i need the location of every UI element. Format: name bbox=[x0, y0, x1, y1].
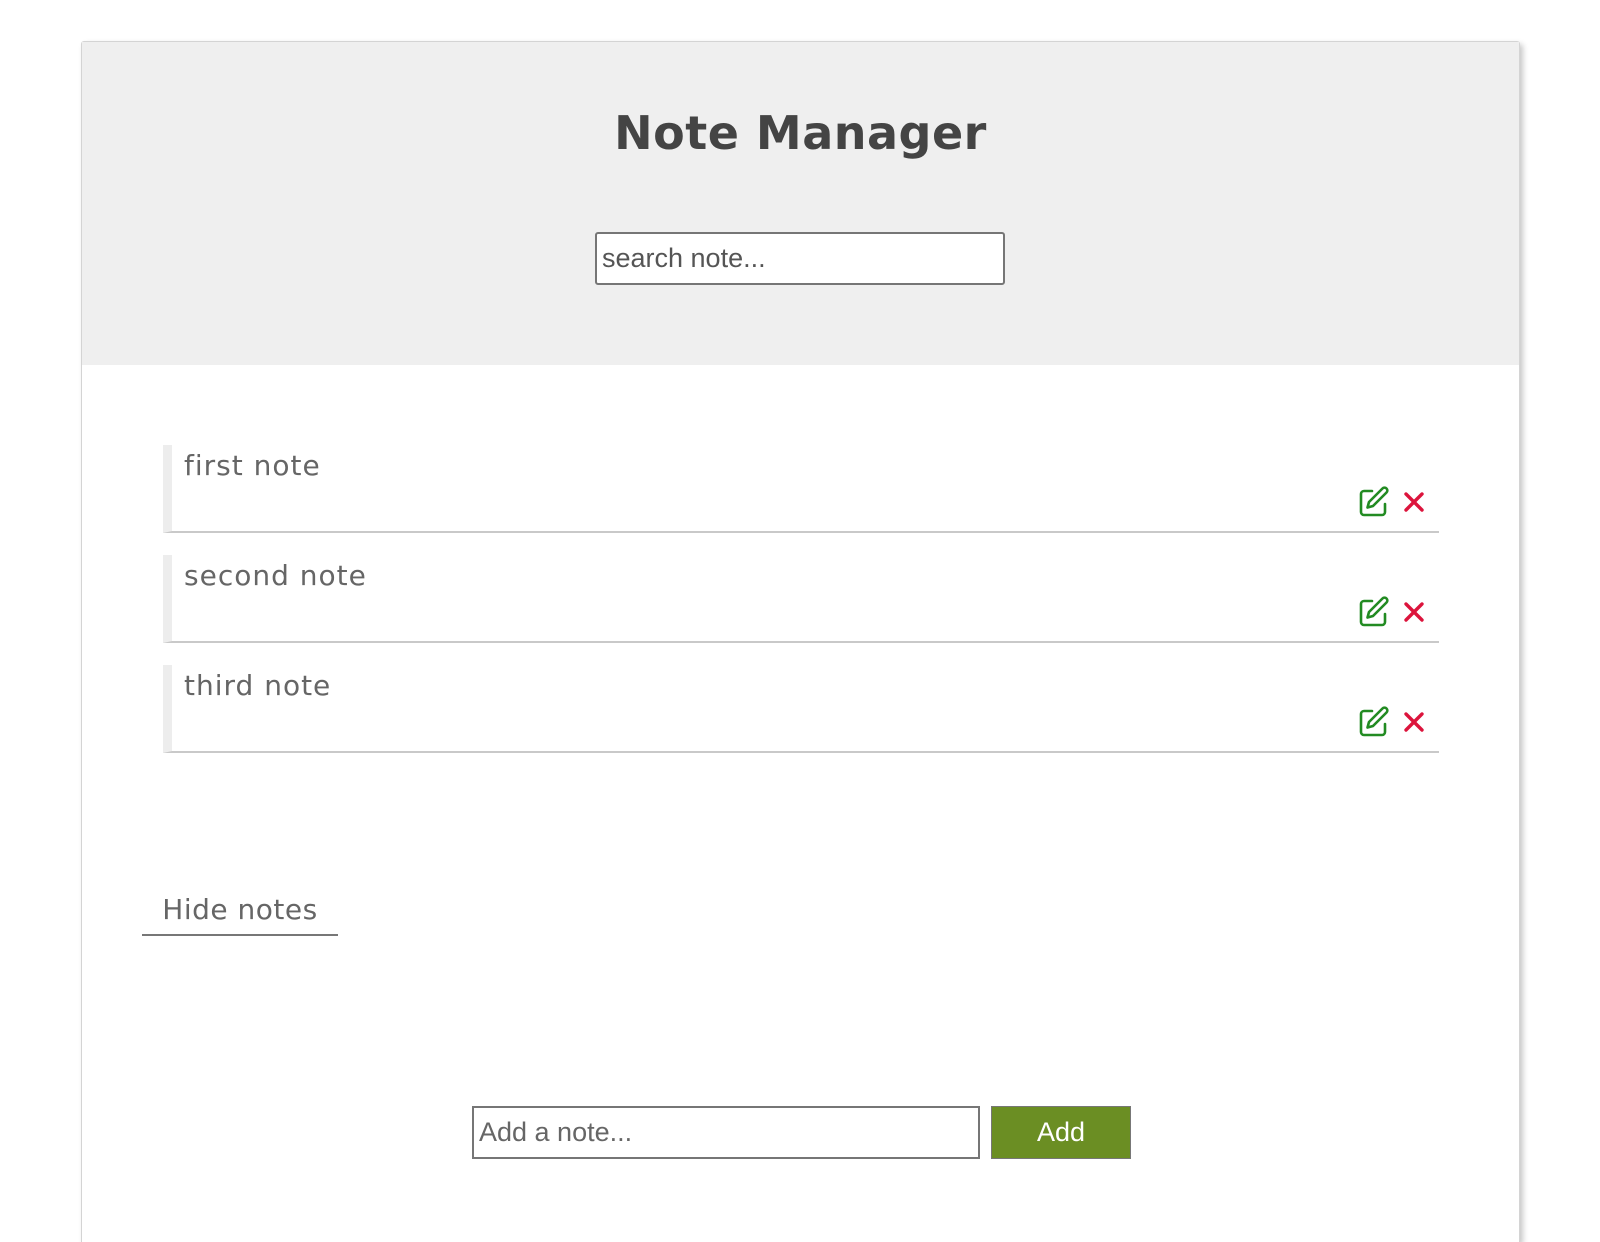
note-item: third note bbox=[163, 665, 1439, 753]
close-icon[interactable] bbox=[1397, 705, 1431, 739]
note-text: first note bbox=[184, 449, 321, 482]
note-text: third note bbox=[184, 669, 332, 702]
edit-icon[interactable] bbox=[1357, 595, 1391, 629]
hide-notes-toggle[interactable]: Hide notes bbox=[142, 886, 338, 936]
notes-list: first note second note third note bbox=[163, 445, 1439, 775]
note-actions bbox=[1357, 485, 1431, 519]
note-item: first note bbox=[163, 445, 1439, 533]
edit-icon[interactable] bbox=[1357, 705, 1391, 739]
page-title: Note Manager bbox=[614, 106, 987, 160]
note-actions bbox=[1357, 705, 1431, 739]
add-button[interactable]: Add bbox=[991, 1106, 1131, 1159]
note-actions bbox=[1357, 595, 1431, 629]
close-icon[interactable] bbox=[1397, 595, 1431, 629]
note-item: second note bbox=[163, 555, 1439, 643]
edit-icon[interactable] bbox=[1357, 485, 1391, 519]
add-note-input[interactable] bbox=[472, 1106, 980, 1159]
search-input[interactable] bbox=[595, 232, 1005, 285]
note-manager-app: Note Manager first note second note bbox=[81, 41, 1520, 1242]
note-text: second note bbox=[184, 559, 367, 592]
close-icon[interactable] bbox=[1397, 485, 1431, 519]
app-header: Note Manager bbox=[82, 42, 1519, 365]
